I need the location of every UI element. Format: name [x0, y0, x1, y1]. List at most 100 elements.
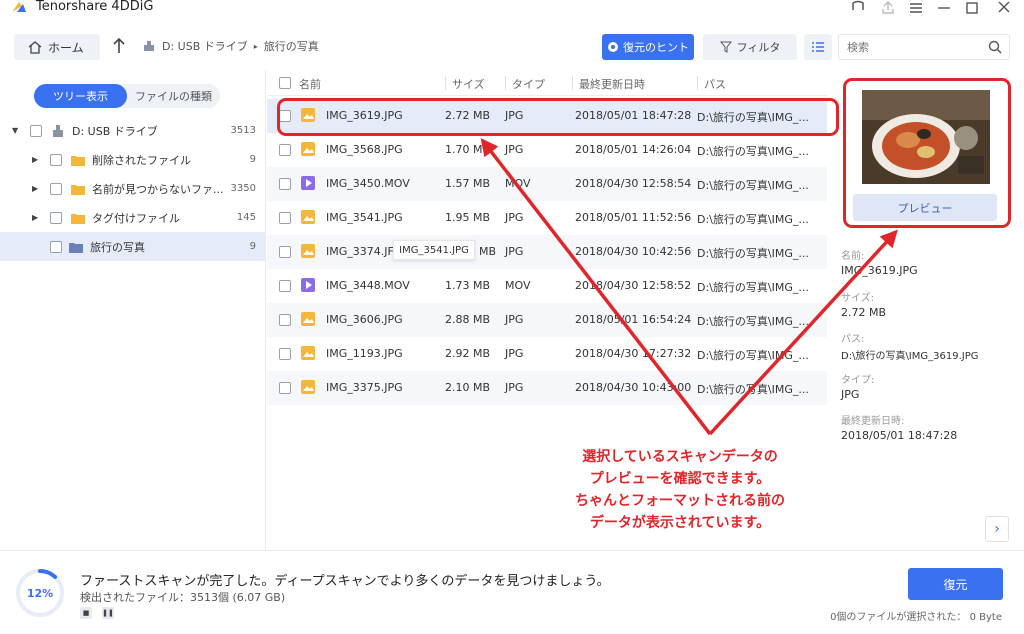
app-logo-icon	[12, 2, 26, 12]
list-view-button[interactable]	[804, 34, 832, 60]
row-checkbox[interactable]	[279, 382, 291, 394]
tree-checkbox[interactable]	[30, 124, 42, 137]
tree-view-tab[interactable]: ツリー表示	[34, 84, 127, 108]
header-name[interactable]: 名前	[299, 76, 321, 92]
table-row[interactable]: IMG_3606.JPG 2.88 MB JPG 2018/05/01 16:5…	[267, 303, 827, 337]
caret-right-icon[interactable]: ▶	[32, 213, 42, 222]
header-modified[interactable]: 最終更新日時	[579, 76, 645, 92]
tree-checkbox[interactable]	[50, 182, 62, 195]
file-path: D:\旅行の写真\IMG_...	[697, 247, 809, 260]
detail-value-modified: 2018/05/01 18:47:28	[841, 429, 958, 442]
file-type: JPG	[505, 347, 524, 360]
up-arrow-icon[interactable]	[110, 36, 128, 56]
table-row[interactable]: IMG_3450.MOV 1.57 MB MOV 2018/04/30 12:5…	[267, 167, 827, 201]
detail-label-path: パス:	[841, 334, 865, 345]
tree-checkbox[interactable]	[50, 240, 62, 253]
file-modified: 2018/05/01 11:52:56	[575, 211, 692, 224]
row-checkbox[interactable]	[279, 144, 291, 156]
column-divider[interactable]	[505, 76, 506, 90]
breadcrumb-drive[interactable]: D: USB ドライブ	[162, 38, 248, 54]
row-checkbox[interactable]	[279, 348, 291, 360]
image-file-icon	[301, 244, 315, 258]
file-type: MOV	[505, 279, 531, 292]
caret-right-icon[interactable]: ▶	[32, 184, 42, 193]
tree-item-label: 削除されたファイル	[92, 153, 191, 167]
video-file-icon	[301, 278, 315, 292]
row-checkbox[interactable]	[279, 314, 291, 326]
select-all-checkbox[interactable]	[279, 77, 291, 89]
filter-button[interactable]: フィルタ	[703, 34, 797, 60]
video-file-icon	[301, 176, 315, 190]
column-divider[interactable]	[445, 76, 446, 90]
maximize-icon[interactable]	[962, 0, 982, 16]
header-path[interactable]: パス	[704, 76, 726, 92]
row-checkbox[interactable]	[279, 280, 291, 292]
file-size: 2.88 MB	[445, 313, 491, 326]
row-checkbox[interactable]	[279, 178, 291, 190]
minimize-icon[interactable]	[934, 0, 954, 16]
column-divider[interactable]	[572, 76, 573, 90]
app-title: Tenorshare 4DDiG	[36, 0, 154, 14]
header-type[interactable]: タイプ	[512, 76, 545, 92]
table-row[interactable]: IMG_3375.JPG 2.10 MB JPG 2018/04/30 10:4…	[267, 371, 827, 405]
stop-button[interactable]: ■	[80, 607, 92, 619]
recovery-hint-button[interactable]: 復元のヒント	[602, 34, 694, 60]
tree-item-label: D: USB ドライブ	[72, 124, 158, 138]
tree-item-deleted[interactable]: ▶ 削除されたファイル 9	[0, 145, 266, 174]
folder-icon	[71, 155, 85, 166]
file-type-tab[interactable]: ファイルの種類	[127, 84, 220, 108]
row-checkbox[interactable]	[279, 212, 291, 224]
detail-value-type: JPG	[841, 388, 860, 401]
caret-right-icon[interactable]: ▶	[32, 155, 42, 164]
usb-drive-icon	[144, 41, 154, 51]
breadcrumb: D: USB ドライブ ▸ 旅行の写真	[142, 38, 319, 54]
breadcrumb-folder[interactable]: 旅行の写真	[264, 38, 319, 54]
file-name: IMG_1193.JPG	[326, 347, 403, 360]
file-modified: 2018/04/30 12:58:52	[575, 279, 692, 292]
next-arrow-button[interactable]: ›	[985, 516, 1009, 542]
file-size: 1.95 MB	[445, 211, 491, 224]
tree-item-drive[interactable]: ▼ D: USB ドライブ 3513	[0, 116, 266, 145]
recover-button[interactable]: 復元	[908, 568, 1003, 600]
image-file-icon	[301, 312, 315, 326]
scan-progress-ring: 12%	[16, 569, 64, 617]
file-name: IMG_3568.JPG	[326, 143, 403, 156]
tree-item-tagged[interactable]: ▶ タグ付けファイル 145	[0, 203, 266, 232]
annotation-text: 選択しているスキャンデータの プレビューを確認できます。 ちゃんとフォーマットさ…	[548, 446, 812, 534]
tree-checkbox[interactable]	[50, 153, 62, 166]
table-row[interactable]: IMG_1193.JPG 2.92 MB JPG 2018/04/30 17:2…	[267, 337, 827, 371]
share-icon[interactable]	[878, 0, 898, 16]
close-icon[interactable]	[994, 0, 1014, 16]
detail-label-modified: 最終更新日時:	[841, 416, 905, 427]
caret-down-icon[interactable]: ▼	[12, 126, 22, 135]
file-size: 2.92 MB	[445, 347, 491, 360]
home-button[interactable]: ホーム	[14, 34, 100, 60]
file-path: D:\旅行の写真\IMG_...	[697, 145, 809, 158]
header-size[interactable]: サイズ	[452, 76, 485, 92]
column-divider[interactable]	[697, 76, 698, 90]
pause-icon: ❚❚	[102, 609, 114, 617]
tree-item-unnamed[interactable]: ▶ 名前が見つからないファ... 3350	[0, 174, 266, 203]
table-row[interactable]: IMG_3448.MOV 1.73 MB MOV 2018/04/30 12:5…	[267, 269, 827, 303]
search-icon[interactable]	[988, 40, 1002, 54]
row-checkbox[interactable]	[279, 246, 291, 258]
menu-icon[interactable]	[906, 0, 926, 16]
tree-item-count: 3350	[230, 183, 256, 194]
search-input[interactable]	[839, 35, 979, 59]
table-row[interactable]: IMG_3374.JF MB JPG 2018/04/30 10:42:56 D…	[267, 235, 827, 269]
files-found: 検出されたファイル：3513個 (6.07 GB)	[80, 591, 286, 604]
file-type: JPG	[505, 211, 524, 224]
search-box	[838, 34, 1010, 60]
detail-value-path: D:\旅行の写真\IMG_3619.JPG	[841, 351, 979, 362]
table-row[interactable]: IMG_3568.JPG 1.70 MB JPG 2018/05/01 14:2…	[267, 133, 827, 167]
support-icon[interactable]	[848, 0, 868, 16]
file-type: JPG	[505, 143, 524, 156]
tree-item-travel-photos[interactable]: 旅行の写真 9	[0, 232, 266, 261]
file-name: IMG_3450.MOV	[326, 177, 410, 190]
table-row[interactable]: IMG_3541.JPG 1.95 MB JPG 2018/05/01 11:5…	[267, 201, 827, 235]
tree-item-count: 9	[249, 154, 256, 165]
file-name: IMG_3448.MOV	[326, 279, 410, 292]
file-modified: 2018/04/30 17:27:32	[575, 347, 692, 360]
tree-checkbox[interactable]	[50, 211, 62, 224]
pause-button[interactable]: ❚❚	[102, 607, 114, 619]
